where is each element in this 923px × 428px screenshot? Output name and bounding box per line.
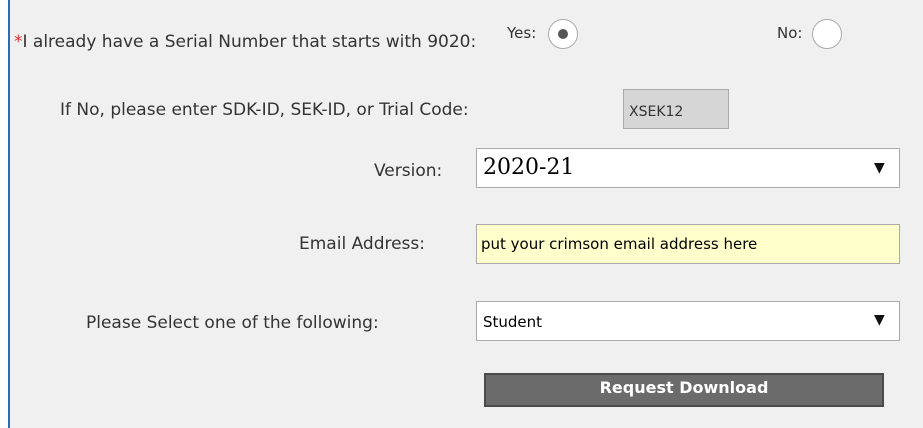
email-label: Email Address:	[299, 234, 425, 254]
version-select[interactable]: 2020-21	[476, 148, 900, 188]
email-input[interactable]: put your crimson email address here	[476, 224, 900, 264]
chevron-down-icon: ▼	[874, 160, 885, 176]
download-form-panel: *I already have a Serial Number that sta…	[8, 0, 923, 428]
yes-label: Yes:	[507, 24, 537, 42]
chevron-down-icon: ▼	[874, 312, 885, 328]
request-download-button[interactable]: Request Download	[484, 373, 884, 407]
serial-question-label: *I already have a Serial Number that sta…	[14, 32, 476, 52]
role-label: Please Select one of the following:	[86, 313, 379, 333]
serial-question-text: I already have a Serial Number that star…	[22, 32, 477, 52]
radio-selected-dot	[558, 29, 568, 39]
sdk-code-input[interactable]: XSEK12	[623, 89, 729, 129]
required-marker: *	[14, 32, 23, 52]
role-select[interactable]: Student	[476, 301, 900, 341]
sdk-field-label: If No, please enter SDK-ID, SEK-ID, or T…	[60, 100, 469, 120]
version-selected-value: 2020-21	[483, 155, 575, 180]
version-label: Version:	[374, 161, 443, 181]
no-label: No:	[777, 24, 803, 42]
yes-radio[interactable]	[548, 19, 578, 49]
role-selected-value: Student	[483, 313, 543, 331]
no-radio[interactable]	[812, 19, 842, 49]
